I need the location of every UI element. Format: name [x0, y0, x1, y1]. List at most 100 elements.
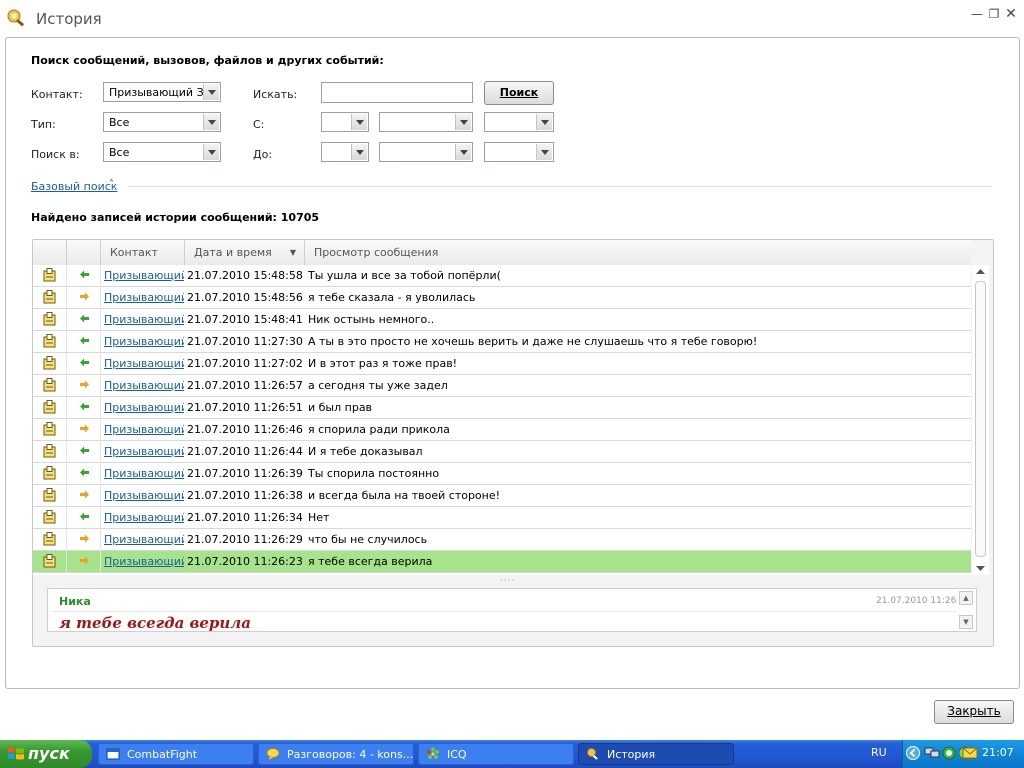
contact-label: Контакт:: [31, 88, 83, 101]
header-contact[interactable]: Контакт: [101, 240, 185, 265]
contact-select[interactable]: Призывающий Зло: [103, 82, 221, 102]
task-icq[interactable]: ICQ: [418, 743, 574, 765]
table-row[interactable]: Призывающий Зло21.07.2010 11:27:02 И в эт…: [33, 353, 971, 375]
icq-status-icon[interactable]: [942, 746, 956, 760]
contact-link[interactable]: Призывающий Зло: [104, 335, 184, 348]
scroll-thumb[interactable]: [975, 281, 986, 557]
contact-link[interactable]: Призывающий Зло: [104, 269, 184, 282]
contact-link[interactable]: Призывающий Зло: [104, 401, 184, 414]
contact-link[interactable]: Призывающий Зло: [104, 555, 184, 568]
datetime-cell: 21.07.2010 11:26:38: [187, 489, 303, 502]
table-row[interactable]: Призывающий Зло21.07.2010 11:26:38 и всег…: [33, 485, 971, 507]
contact-link[interactable]: Призывающий Зло: [104, 445, 184, 458]
chevron-down-icon[interactable]: [455, 114, 471, 130]
splitter-handle[interactable]: ····: [500, 576, 515, 586]
contact-link[interactable]: Призывающий Зло: [104, 313, 184, 326]
contact-link[interactable]: Призывающий Зло: [104, 423, 184, 436]
table-row[interactable]: Призывающий Зло21.07.2010 15:48:41 Ник ос…: [33, 309, 971, 331]
scroll-down-icon[interactable]: [972, 561, 989, 575]
basic-search-link[interactable]: Базовый поиск: [31, 180, 117, 193]
contact-link[interactable]: Призывающий Зло: [104, 467, 184, 480]
outgoing-arrow-icon: [80, 556, 89, 565]
contact-link[interactable]: Призывающий Зло: [104, 357, 184, 370]
table-row[interactable]: Призывающий Зло21.07.2010 11:26:29 что бы…: [33, 529, 971, 551]
type-select-value: Все: [109, 116, 130, 129]
task-chats[interactable]: Разговоров: 4 - kons...: [258, 743, 414, 765]
table-row[interactable]: Призывающий Зло21.07.2010 11:26:57 а сего…: [33, 375, 971, 397]
from-month-select[interactable]: [379, 112, 473, 132]
table-row[interactable]: Призывающий Зло21.07.2010 11:26:34 Нет: [33, 507, 971, 529]
clock: 21:07: [982, 746, 1014, 759]
history-icon: [587, 748, 598, 760]
header-direction-column[interactable]: [67, 240, 101, 265]
header-datetime-label: Дата и время: [194, 246, 272, 259]
tray-expand-icon[interactable]: [906, 746, 920, 760]
to-month-select[interactable]: [379, 142, 473, 162]
from-day-select[interactable]: [321, 112, 369, 132]
contact-link[interactable]: Призывающий Зло: [104, 511, 184, 524]
chevron-down-icon[interactable]: [351, 114, 367, 130]
task-combatfight[interactable]: CombatFight: [98, 743, 254, 765]
chevron-down-icon[interactable]: [455, 144, 471, 160]
search-button[interactable]: Поиск: [484, 81, 554, 105]
table-row[interactable]: Призывающий Зло21.07.2010 11:26:39 Ты спо…: [33, 463, 971, 485]
column-divider: [100, 507, 101, 529]
table-row[interactable]: Призывающий Зло21.07.2010 11:27:30 А ты в…: [33, 331, 971, 353]
scroll-up-icon[interactable]: [972, 265, 989, 279]
table-row[interactable]: Призывающий Зло21.07.2010 11:26:51 и был …: [33, 397, 971, 419]
contact-link[interactable]: Призывающий Зло: [104, 291, 184, 304]
from-year-select[interactable]: [484, 112, 554, 132]
table-row[interactable]: Призывающий Зло21.07.2010 15:48:58 Ты ушл…: [33, 265, 971, 287]
contact-link[interactable]: Призывающий Зло: [104, 533, 184, 546]
table-row[interactable]: Призывающий Зло21.07.2010 11:26:46 я спор…: [33, 419, 971, 441]
column-divider: [100, 441, 101, 463]
from-label: С:: [253, 118, 265, 131]
chevron-down-icon[interactable]: [203, 84, 219, 100]
search-in-select[interactable]: Все: [103, 142, 221, 162]
header-type-column[interactable]: [33, 240, 67, 265]
chevron-down-icon[interactable]: [351, 144, 367, 160]
header-datetime[interactable]: Дата и время ▼: [185, 240, 305, 265]
chevron-up-icon[interactable]: ˄: [109, 179, 114, 190]
to-day-select[interactable]: [321, 142, 369, 162]
table-row[interactable]: Призывающий Зло21.07.2010 15:48:56 я тебе…: [33, 287, 971, 309]
windows-flag-icon: [8, 747, 24, 760]
header-preview[interactable]: Просмотр сообщения: [305, 240, 971, 265]
column-divider: [100, 353, 101, 375]
preview-date: 21.07.2010 11:26: [876, 596, 957, 606]
close-window-button[interactable]: ✕: [1003, 6, 1019, 22]
column-divider: [66, 265, 67, 287]
message-doc-icon: [43, 532, 56, 546]
outgoing-arrow-icon: [80, 424, 89, 433]
table-row[interactable]: Призывающий Зло21.07.2010 11:26:23 я тебе…: [33, 551, 971, 573]
chevron-down-icon[interactable]: [203, 144, 219, 160]
network-icon[interactable]: [924, 746, 940, 760]
chevron-down-icon[interactable]: [536, 114, 552, 130]
column-divider: [66, 375, 67, 397]
preview-scroll-up-icon[interactable]: ▲: [959, 591, 973, 605]
column-divider: [100, 309, 101, 331]
preview-scroll-down-icon[interactable]: ▼: [959, 615, 973, 629]
close-button[interactable]: Закрыть: [934, 700, 1014, 724]
language-indicator[interactable]: RU: [871, 746, 887, 759]
table-row[interactable]: Призывающий Зло21.07.2010 11:26:44 И я те…: [33, 441, 971, 463]
datetime-cell: 21.07.2010 11:26:57: [187, 379, 303, 392]
search-input[interactable]: [321, 82, 473, 103]
message-cell: А ты в это просто не хочешь верить и даж…: [308, 335, 758, 348]
contact-link[interactable]: Призывающий Зло: [104, 489, 184, 502]
to-year-select[interactable]: [484, 142, 554, 162]
chevron-down-icon[interactable]: [203, 114, 219, 130]
message-doc-icon: [43, 268, 56, 282]
column-divider: [66, 353, 67, 375]
task-history[interactable]: История: [578, 743, 734, 765]
outgoing-arrow-icon: [80, 292, 89, 301]
chevron-down-icon[interactable]: [536, 144, 552, 160]
mail-icon[interactable]: [962, 746, 978, 760]
type-select[interactable]: Все: [103, 112, 221, 132]
column-divider: [100, 551, 101, 573]
minimize-button[interactable]: —: [969, 6, 985, 22]
contact-link[interactable]: Призывающий Зло: [104, 379, 184, 392]
restore-button[interactable]: ❐: [986, 6, 1002, 22]
message-cell: Ты спорила постоянно: [308, 467, 440, 480]
start-button[interactable]: пуск: [0, 740, 92, 768]
